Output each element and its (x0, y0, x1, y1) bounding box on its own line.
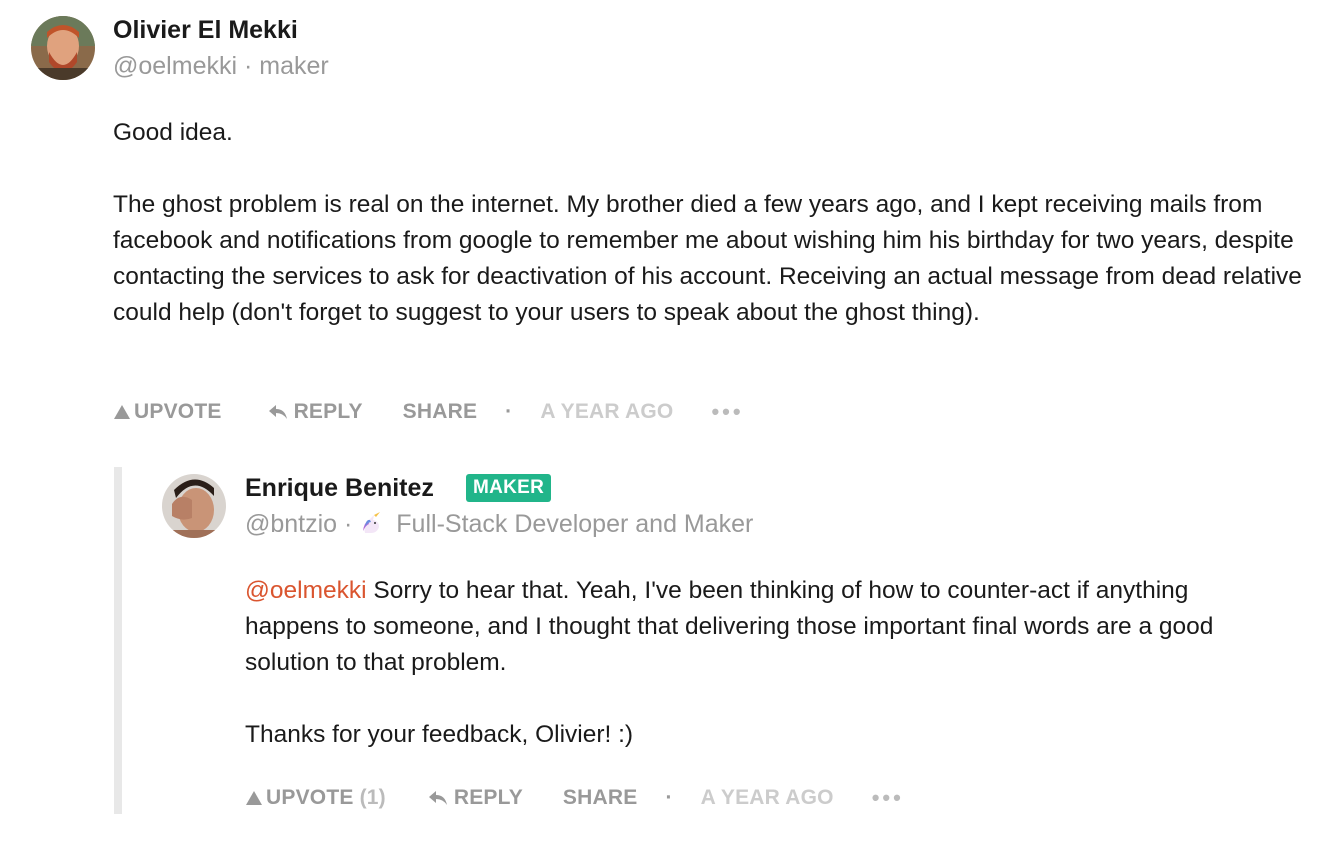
upvote-triangle-icon (114, 405, 130, 419)
author-role: maker (259, 52, 329, 80)
author-meta: @oelmekki · maker (113, 52, 329, 81)
avatar-enrique[interactable] (162, 474, 226, 538)
reply-button[interactable]: REPLY (428, 786, 523, 810)
comment-paragraph: Good idea. (113, 119, 233, 146)
comment-paragraph: The ghost problem is real on the interne… (113, 191, 1302, 326)
upvote-count: (1) (359, 786, 386, 809)
author-handle[interactable]: @oelmekki (113, 52, 237, 80)
comment-olivier: Olivier El Mekki @oelmekki · maker Good … (0, 0, 1334, 450)
author-name[interactable]: Enrique Benitez (245, 474, 434, 503)
reply-button[interactable]: REPLY (268, 400, 363, 424)
actions-separator: · (665, 786, 673, 809)
actions-separator: · (505, 400, 513, 423)
comment-paragraph: @oelmekki Sorry to hear that. Yeah, I've… (245, 573, 1265, 681)
upvote-label: UPVOTE (266, 786, 354, 809)
comment-body: Good idea. The ghost problem is real on … (113, 115, 1313, 331)
upvote-label: UPVOTE (134, 400, 222, 423)
author-handle[interactable]: @bntzio (245, 510, 337, 538)
timestamp-link[interactable]: A YEAR AGO (540, 400, 673, 424)
reply-label: REPLY (453, 786, 523, 809)
reply-arrow-icon (428, 791, 447, 805)
comment-body: @oelmekki Sorry to hear that. Yeah, I've… (245, 573, 1265, 753)
meta-separator: · (344, 510, 353, 538)
meta-separator: · (243, 52, 253, 80)
comment-paragraph: Thanks for your feedback, Olivier! :) (245, 721, 634, 748)
author-headline: Full-Stack Developer and Maker (396, 510, 754, 538)
share-button[interactable]: SHARE (403, 400, 478, 424)
reply-arrow-icon (268, 405, 287, 419)
share-button[interactable]: SHARE (563, 786, 638, 810)
upvote-button[interactable]: UPVOTE (114, 400, 222, 424)
upvote-triangle-icon (246, 791, 262, 805)
comment-text: Sorry to hear that. Yeah, I've been thin… (245, 577, 1214, 676)
unicorn-icon (363, 512, 381, 533)
reply-label: REPLY (293, 400, 363, 423)
more-options-icon[interactable]: ••• (872, 785, 904, 811)
thread-indent-line (114, 467, 122, 814)
author-meta: @bntzio · Full-Stack Developer and Maker (245, 510, 753, 539)
mention-link[interactable]: @oelmekki (245, 577, 367, 604)
maker-badge: MAKER (466, 474, 552, 502)
comment-actions: UPVOTE (1) REPLY SHARE · A YEAR AGO ••• (246, 785, 904, 811)
author-name[interactable]: Olivier El Mekki (113, 16, 298, 45)
more-options-icon[interactable]: ••• (711, 399, 743, 425)
avatar-olivier[interactable] (31, 16, 95, 80)
timestamp-link[interactable]: A YEAR AGO (701, 786, 834, 810)
comment-actions: UPVOTE REPLY SHARE · A YEAR AGO ••• (114, 399, 744, 425)
upvote-button[interactable]: UPVOTE (1) (246, 786, 386, 810)
